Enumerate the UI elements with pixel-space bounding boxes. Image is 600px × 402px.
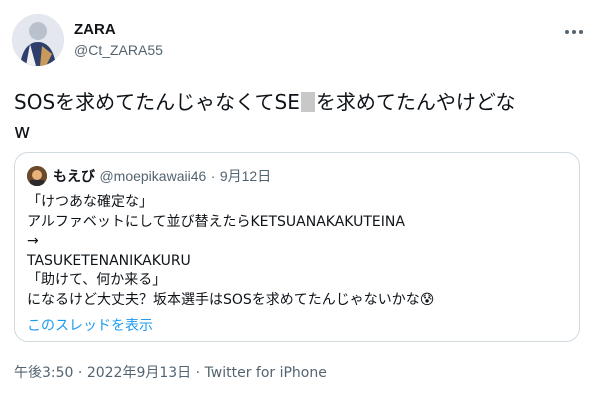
author-names: ZARA @Ct_ZARA55 — [74, 20, 163, 60]
redaction-block — [300, 92, 315, 112]
quoted-header: もえび @moepikawaii46 · 9月12日 — [53, 167, 271, 186]
tweet-meta: 午後3:50 · 2022年9月13日 · Twitter for iPhone — [14, 362, 327, 382]
quoted-text: 「けつあな確定な」 アルファベットにして並び替えたらKETSUANAKAKUTE… — [27, 193, 567, 310]
tweet-text-part1: SOSを求めてたんじゃなくてSE — [14, 90, 300, 114]
quoted-line: 「けつあな確定な」 — [27, 194, 153, 210]
quoted-line: → — [27, 233, 39, 249]
quoted-date: 9月12日 — [219, 168, 272, 184]
author-handle[interactable]: @Ct_ZARA55 — [74, 40, 163, 60]
author-avatar[interactable] — [12, 14, 64, 66]
show-thread-link[interactable]: このスレッドを表示 — [27, 315, 153, 335]
meta-separator: · — [77, 365, 83, 381]
quoted-separator: · — [210, 168, 216, 184]
tweet-date[interactable]: 2022年9月13日 — [87, 365, 191, 381]
author-display-name[interactable]: ZARA — [74, 20, 163, 40]
quoted-author-handle: @moepikawaii46 — [99, 168, 207, 184]
quoted-line: になるけど大丈夫？坂本選手はSOSを求めてたんじゃないかな😰 — [27, 291, 435, 308]
more-options-icon[interactable] — [564, 22, 584, 38]
quoted-line: アルファベットにして並び替えたらKETSUANAKAKUTEINA — [27, 213, 405, 230]
quoted-line: TASUKETENANIKAKURU — [27, 252, 191, 269]
quoted-line: 「助けて、何か来る」 — [27, 272, 167, 288]
tweet-text-line2: w — [14, 119, 31, 143]
meta-separator: · — [195, 365, 201, 381]
tweet-text-part2: を求めてたんやけどな — [315, 90, 516, 114]
tweet-source: Twitter for iPhone — [204, 365, 327, 381]
quoted-author-name: もえび — [53, 169, 95, 185]
quoted-tweet[interactable]: もえび @moepikawaii46 · 9月12日 「けつあな確定な」 アルフ… — [14, 152, 580, 342]
quoted-author-avatar — [27, 166, 47, 186]
tweet-time[interactable]: 午後3:50 — [14, 365, 73, 381]
tweet-header: ZARA @Ct_ZARA55 — [12, 14, 588, 70]
tweet-text: SOSを求めてたんじゃなくてSE を求めてたんやけどな w — [14, 88, 586, 146]
